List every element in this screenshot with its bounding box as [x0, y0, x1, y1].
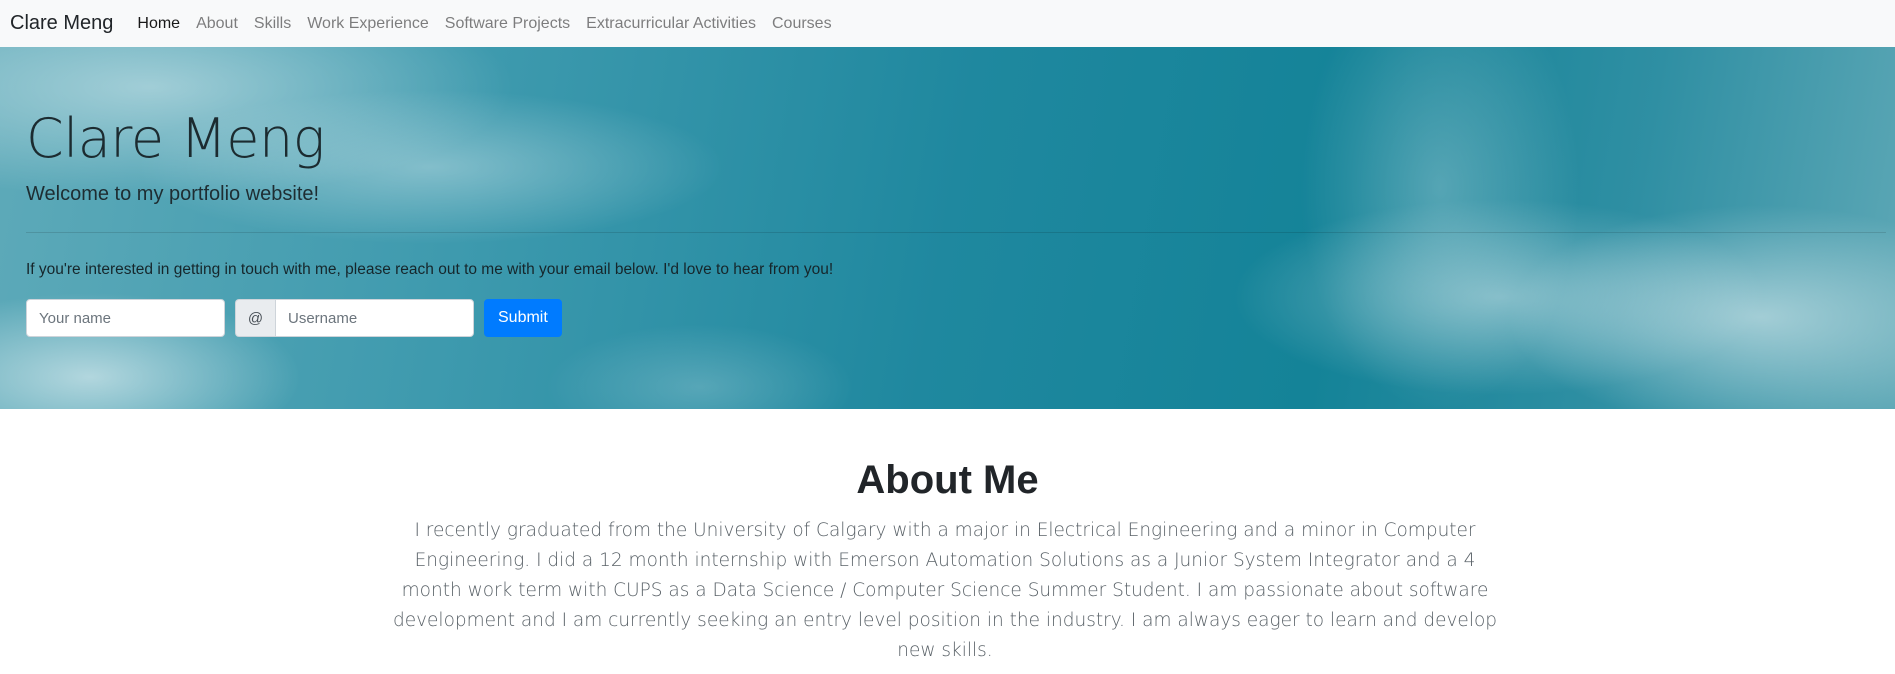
hero-title: Clare Meng [26, 107, 325, 170]
nav-link-work-experience[interactable]: Work Experience [299, 15, 437, 33]
hero-divider [26, 232, 1886, 233]
submit-button[interactable]: Submit [484, 299, 562, 337]
about-body: I recently graduated from the University… [392, 520, 1498, 661]
username-input[interactable] [275, 299, 474, 337]
username-input-group: @ [235, 299, 474, 337]
hero-lead: Welcome to my portfolio website! [26, 183, 320, 205]
nav-link-home[interactable]: Home [129, 15, 188, 33]
nav-link-software-projects[interactable]: Software Projects [437, 15, 578, 33]
navbar: Clare Meng Home About Skills Work Experi… [0, 0, 1895, 47]
about-heading: About Me [856, 458, 1039, 502]
nav-link-courses[interactable]: Courses [764, 15, 840, 33]
contact-text: If you're interested in getting in touch… [26, 261, 834, 278]
nav-link-about[interactable]: About [188, 15, 246, 33]
name-input[interactable] [26, 299, 225, 337]
hero-jumbotron: Clare Meng Welcome to my portfolio websi… [0, 47, 1895, 409]
nav-links: Home About Skills Work Experience Softwa… [129, 15, 839, 33]
nav-link-extracurricular-activities[interactable]: Extracurricular Activities [578, 15, 764, 33]
nav-link-skills[interactable]: Skills [246, 15, 299, 33]
navbar-brand[interactable]: Clare Meng [10, 12, 113, 35]
at-symbol-addon: @ [235, 299, 275, 337]
contact-form: @ Submit [26, 299, 562, 337]
